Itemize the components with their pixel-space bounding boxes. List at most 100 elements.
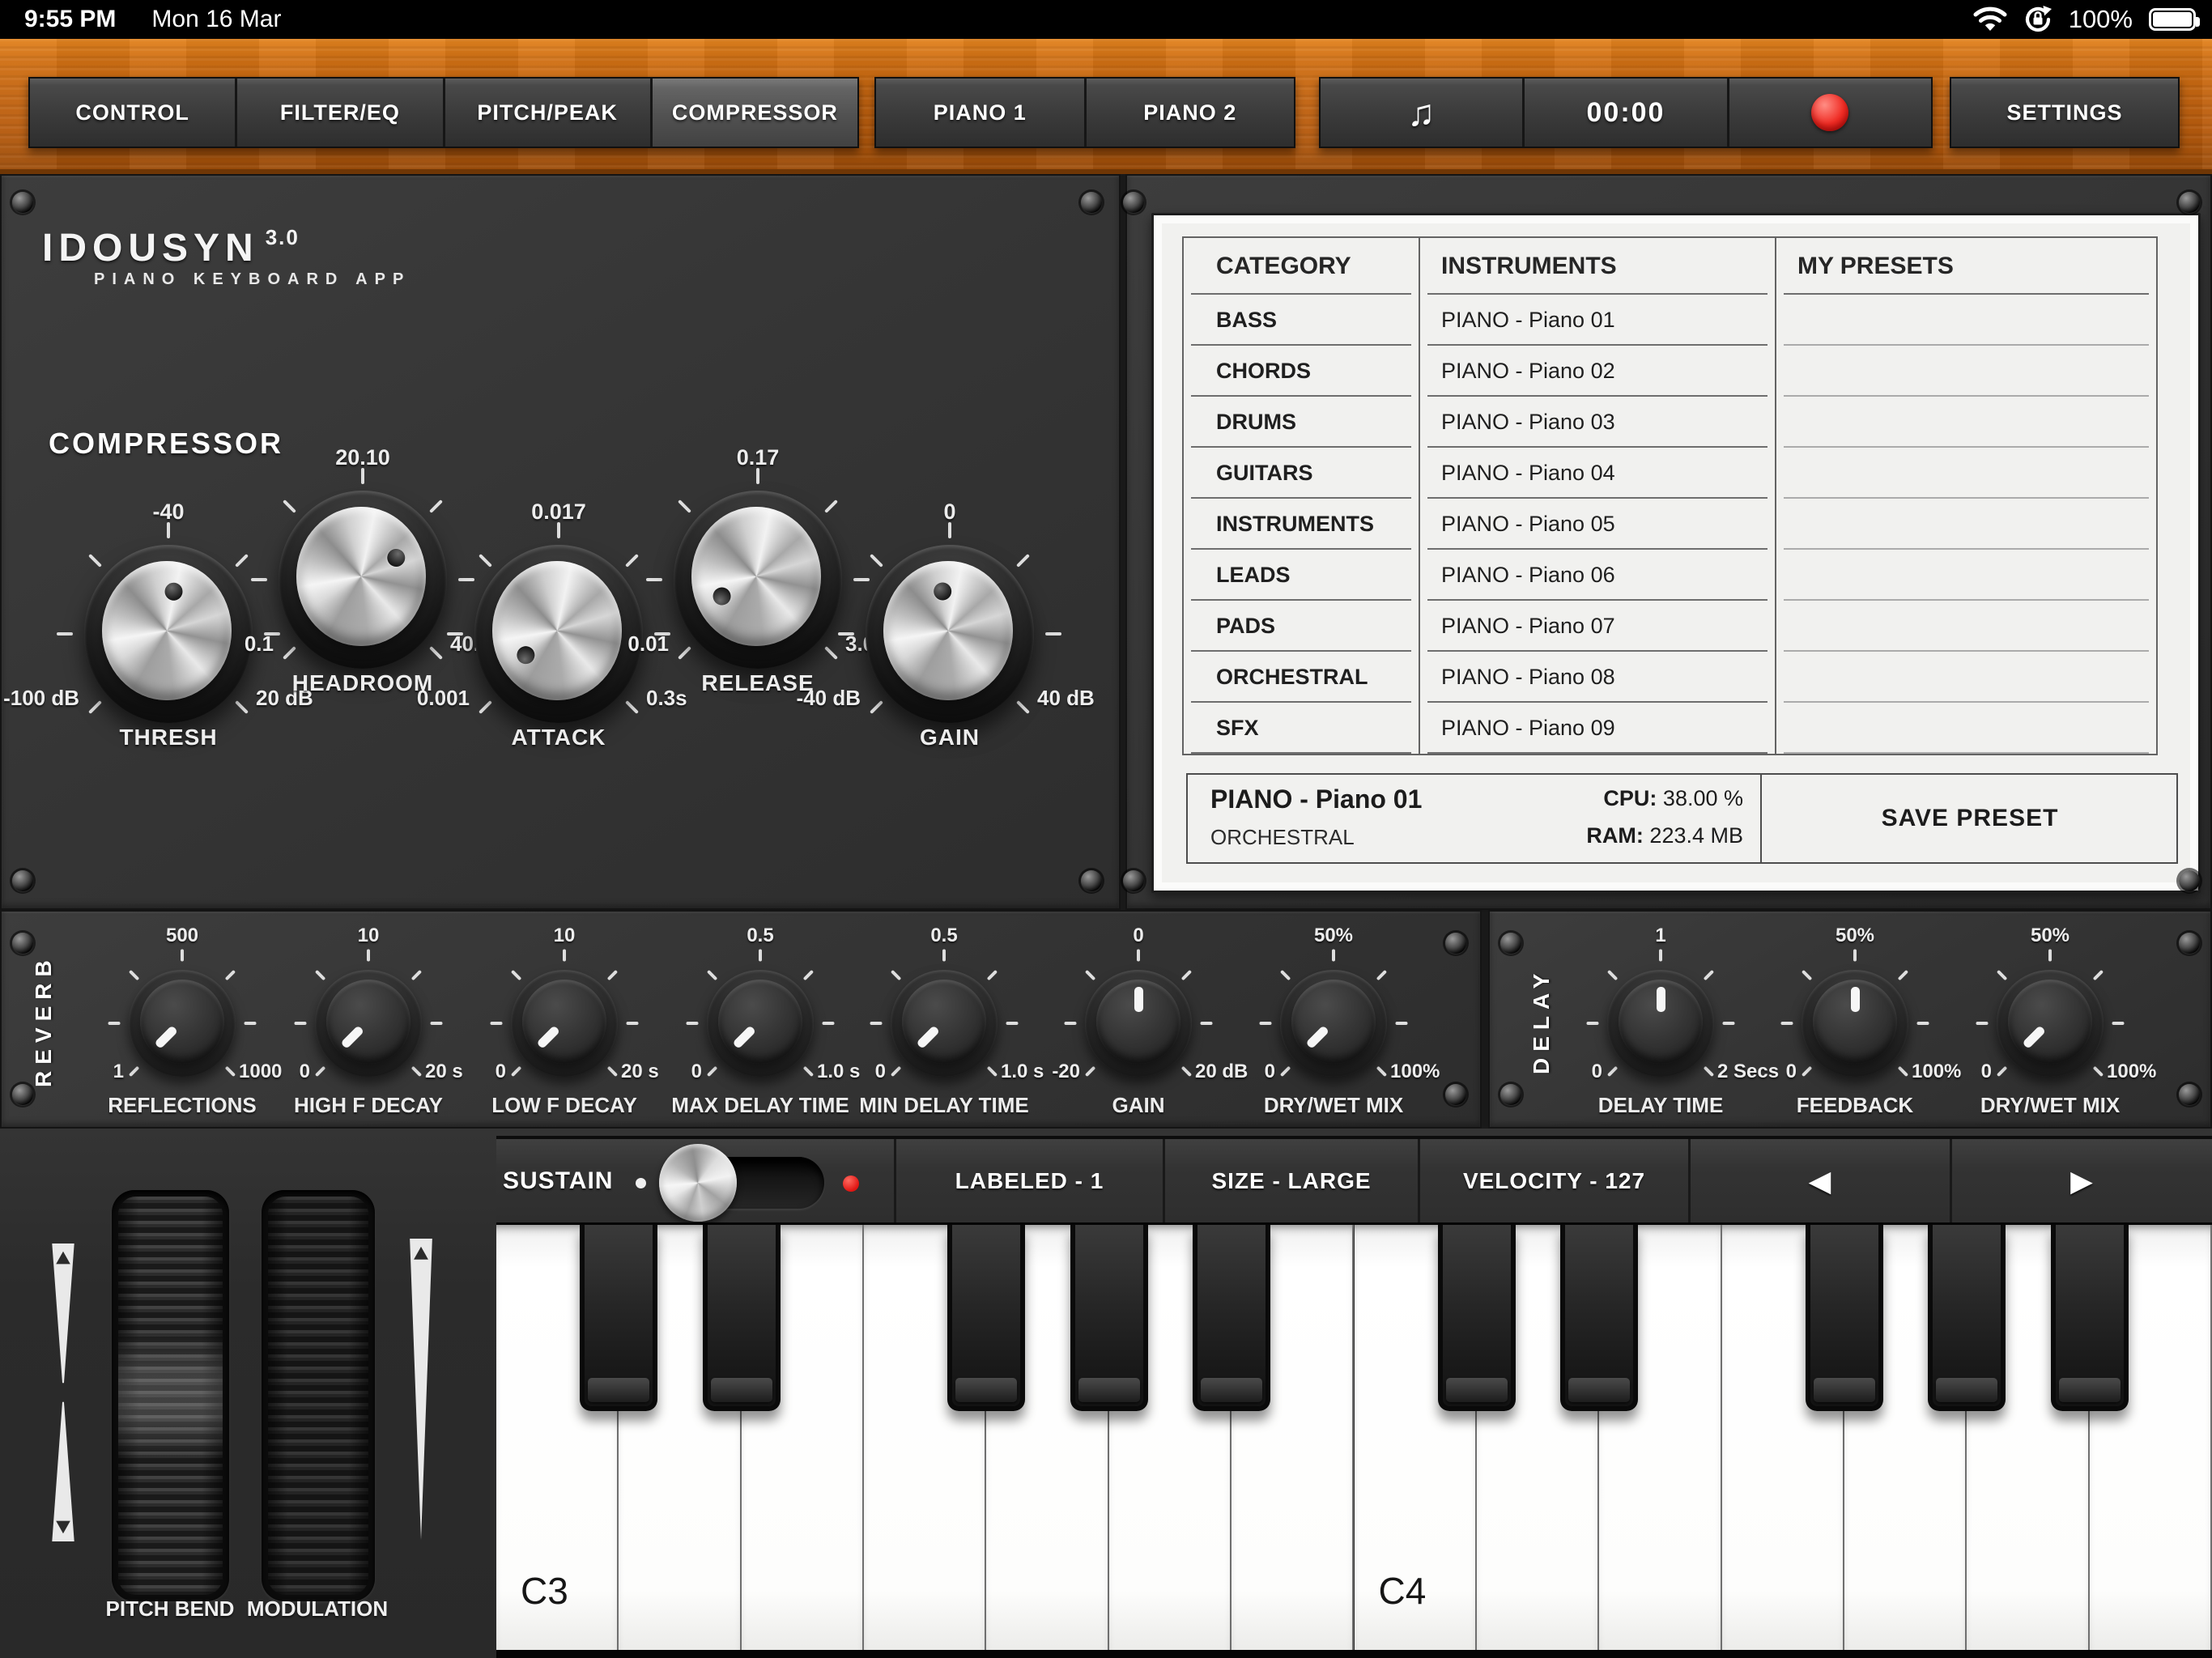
knob-indicator-dot <box>932 581 953 602</box>
tab-compressor[interactable]: COMPRESSOR <box>649 79 857 147</box>
knob-cap <box>140 980 224 1064</box>
tick-mark <box>1259 1022 1272 1025</box>
tick-mark <box>224 969 236 981</box>
tick-mark <box>1853 949 1857 962</box>
dry-wet-mix-knob[interactable] <box>1997 970 2104 1077</box>
music-note-button[interactable]: ♫ <box>1321 79 1523 147</box>
screw <box>1081 192 1102 213</box>
dry-wet-mix-knob[interactable] <box>1280 970 1387 1077</box>
black-key-lip <box>1813 1378 1875 1402</box>
wifi-icon <box>1973 6 2007 32</box>
reverb-knobs: 500 1 1000 REFLECTIONS 10 0 20 s HIGH F DECAY 10… <box>2 912 1480 1127</box>
modulation-wheel[interactable] <box>262 1190 375 1601</box>
instrument-piano-piano-06[interactable]: PIANO - Piano 06 <box>1419 550 1775 601</box>
screw <box>12 1084 33 1105</box>
instrument-piano-piano-01[interactable]: PIANO - Piano 01 <box>1419 295 1775 346</box>
black-key[interactable] <box>580 1225 658 1411</box>
tick-mark <box>88 700 102 714</box>
black-key[interactable] <box>1928 1225 2006 1411</box>
preset-slot <box>1775 703 2156 754</box>
category-bass[interactable]: BASS <box>1184 295 1419 346</box>
category-drums[interactable]: DRUMS <box>1184 397 1419 448</box>
black-key[interactable] <box>1437 1225 1516 1411</box>
knob-min-label: 0.001 <box>416 686 470 710</box>
tick-mark <box>251 578 267 581</box>
record-button[interactable] <box>1726 79 1931 147</box>
tick-mark <box>1200 1022 1213 1025</box>
black-key-lip <box>1201 1378 1263 1402</box>
compressor-panel: IDOUSYN 3.0 PIANO KEYBOARD APP COMPRESSOR… <box>0 174 1121 910</box>
instrument-piano-piano-03[interactable]: PIANO - Piano 03 <box>1419 397 1775 448</box>
category-guitars[interactable]: GUITARS <box>1184 448 1419 499</box>
sustain-cell: SUSTAIN <box>496 1139 894 1222</box>
option-size-large[interactable]: SIZE - LARGE <box>1163 1139 1418 1222</box>
tick-mark <box>802 969 815 981</box>
piano-keyboard: C3 C4 <box>496 1225 2212 1650</box>
category-pads[interactable]: PADS <box>1184 601 1419 652</box>
black-key[interactable] <box>2050 1225 2129 1411</box>
tab-piano-2[interactable]: PIANO 2 <box>1083 79 1294 147</box>
app-root: 9:55 PM Mon 16 Mar 100% CONTROL FILTER/E… <box>0 0 2212 1658</box>
release-knob[interactable] <box>674 491 842 669</box>
knob-value-label: 500 <box>165 925 199 946</box>
tick-mark <box>756 468 759 484</box>
instrument-piano-piano-08[interactable]: PIANO - Piano 08 <box>1419 652 1775 703</box>
gain-knob[interactable] <box>866 545 1034 723</box>
tab-pitch-peak[interactable]: PITCH/PEAK <box>442 79 650 147</box>
knob-indicator-wrap <box>1813 980 1897 1064</box>
octave-left-button[interactable]: ◀ <box>1688 1139 1950 1222</box>
screw <box>1445 1084 1466 1105</box>
knob-min-label: 0 <box>1980 1061 1992 1082</box>
knob-indicator-line <box>1305 1025 1330 1050</box>
category-chords[interactable]: CHORDS <box>1184 346 1419 397</box>
screw <box>12 933 33 954</box>
black-key[interactable] <box>702 1225 781 1411</box>
knob-indicator-line <box>1850 987 1860 1012</box>
preset-slot <box>1775 346 2156 397</box>
black-key[interactable] <box>1193 1225 1271 1411</box>
tick-mark <box>759 949 762 962</box>
reverb-panel: REVERB 500 1 1000 REFLECTIONS 10 0 20 s HIGH F … <box>0 910 1482 1129</box>
knob-name-label: GAIN <box>920 725 980 750</box>
knob-min-label: -40 dB <box>796 686 861 710</box>
tick-mark <box>1376 1065 1388 1078</box>
category-instruments[interactable]: INSTRUMENTS <box>1184 499 1419 550</box>
black-key[interactable] <box>1805 1225 1883 1411</box>
tab-control[interactable]: CONTROL <box>30 79 236 147</box>
tick-mark <box>2048 949 2052 962</box>
settings-button[interactable]: SETTINGS <box>1951 79 2178 147</box>
tab-piano-1[interactable]: PIANO 1 <box>876 79 1084 147</box>
knob-cap <box>691 507 821 646</box>
option-labeled-1[interactable]: LABELED - 1 <box>894 1139 1163 1222</box>
sustain-toggle[interactable] <box>659 1144 824 1222</box>
current-preset-info: PIANO - Piano 01 ORCHESTRAL CPU: 38.00 %… <box>1188 775 1762 862</box>
knob-value-label: -40 <box>152 500 185 524</box>
knob-value-label: 0.17 <box>736 445 780 470</box>
knob-cap <box>522 980 606 1064</box>
knob-min-label: 0 <box>1264 1061 1275 1082</box>
category-orchestral[interactable]: ORCHESTRAL <box>1184 652 1419 703</box>
tick-mark <box>128 969 140 981</box>
save-preset-button[interactable]: SAVE PRESET <box>1763 775 2176 862</box>
category-leads[interactable]: LEADS <box>1184 550 1419 601</box>
instrument-piano-piano-04[interactable]: PIANO - Piano 04 <box>1419 448 1775 499</box>
instrument-piano-piano-07[interactable]: PIANO - Piano 07 <box>1419 601 1775 652</box>
option-velocity-127[interactable]: VELOCITY - 127 <box>1418 1139 1688 1222</box>
instrument-piano-piano-09[interactable]: PIANO - Piano 09 <box>1419 703 1775 754</box>
instrument-piano-piano-05[interactable]: PIANO - Piano 05 <box>1419 499 1775 550</box>
effect-tab-group: CONTROL FILTER/EQ PITCH/PEAK COMPRESSOR <box>28 77 859 148</box>
headroom-knob[interactable] <box>279 491 447 669</box>
category-sfx[interactable]: SFX <box>1184 703 1419 754</box>
black-key[interactable] <box>1560 1225 1639 1411</box>
tick-mark <box>557 522 560 538</box>
tick-mark <box>1376 969 1388 981</box>
pitch-bend-wheel[interactable] <box>112 1190 229 1601</box>
tick-mark <box>948 522 951 538</box>
column-header-category: CATEGORY <box>1184 238 1419 295</box>
tab-filter-eq[interactable]: FILTER/EQ <box>235 79 443 147</box>
black-key[interactable] <box>1070 1225 1148 1411</box>
octave-right-button[interactable]: ▶ <box>1950 1139 2212 1222</box>
black-key[interactable] <box>947 1225 1026 1411</box>
screw <box>2179 933 2200 954</box>
instrument-piano-piano-02[interactable]: PIANO - Piano 02 <box>1419 346 1775 397</box>
